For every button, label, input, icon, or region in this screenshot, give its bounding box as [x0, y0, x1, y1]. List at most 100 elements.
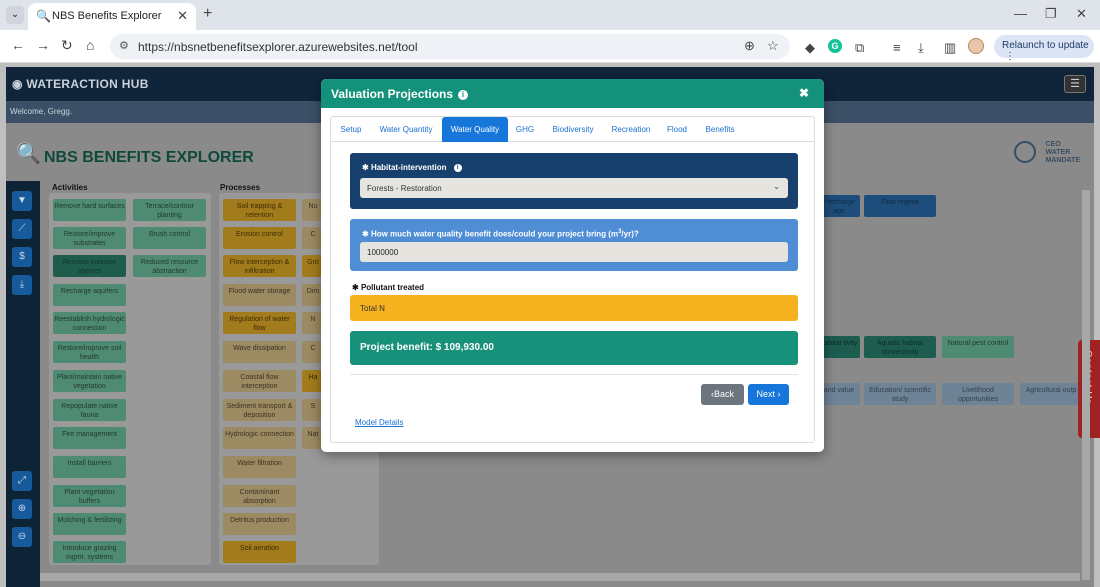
- activity-box[interactable]: Mulching & fertilizing: [53, 513, 126, 535]
- outcome-box[interactable]: Aquatic habitat connectivity: [864, 336, 936, 358]
- process-box[interactable]: Regulation of water flow: [223, 312, 296, 334]
- browser-tab-bar: ⌄ 🔍 NBS Benefits Explorer ✕ + — ❐ ✕: [0, 0, 1100, 30]
- process-box[interactable]: Erosion control: [223, 227, 296, 249]
- process-box[interactable]: Water filtration: [223, 456, 296, 478]
- download-icon[interactable]: ⤓: [918, 40, 924, 56]
- outcome-box[interactable]: Flow regime: [864, 195, 936, 217]
- process-box[interactable]: Soil trapping & retention: [223, 199, 296, 221]
- back-icon[interactable]: ←: [11, 37, 25, 53]
- dollar-icon[interactable]: $: [12, 247, 32, 267]
- activity-box[interactable]: Terrace/contour planting: [133, 199, 206, 221]
- info-icon[interactable]: i: [453, 164, 462, 172]
- process-box[interactable]: Detritus production: [223, 513, 296, 535]
- relaunch-update-label: Relaunch to update: [1002, 40, 1089, 51]
- welcome-text: Welcome, Gregg.: [10, 107, 73, 116]
- processes-heading: Processes: [220, 183, 261, 192]
- tab-recreation[interactable]: Recreation: [606, 117, 656, 142]
- process-box[interactable]: Flood water storage: [223, 284, 296, 306]
- reload-icon[interactable]: ↻: [61, 37, 73, 54]
- process-box[interactable]: Wave dissipation: [223, 341, 296, 363]
- activity-box[interactable]: Plant vegetation buffers: [53, 485, 126, 507]
- activity-box[interactable]: Restore/improve substrates: [53, 227, 126, 249]
- outcome-box[interactable]: and value: [818, 383, 860, 405]
- side-panel-icon[interactable]: ▥: [944, 40, 956, 56]
- activity-box[interactable]: Repopulate native fauna: [53, 399, 126, 421]
- outcome-box[interactable]: Natural pest control: [942, 336, 1014, 358]
- close-window-icon[interactable]: ✕: [1076, 6, 1087, 22]
- pollutant-selector[interactable]: Total N: [350, 295, 798, 321]
- activity-box[interactable]: Reduced resource abstraction: [133, 255, 206, 277]
- process-box[interactable]: Flow interception & infiltration: [223, 255, 296, 277]
- activity-box[interactable]: Remove hard surfaces: [53, 199, 126, 221]
- tab-water-quality[interactable]: Water Quality: [442, 117, 508, 142]
- outcome-box[interactable]: r recharge age: [818, 195, 860, 217]
- benefit-input[interactable]: 1000000: [360, 242, 788, 262]
- vertical-scrollbar[interactable]: [1082, 190, 1090, 580]
- tab-water-quantity[interactable]: Water Quantity: [372, 117, 440, 142]
- back-button[interactable]: ‹Back: [701, 384, 744, 405]
- close-tab-icon[interactable]: ✕: [177, 8, 188, 24]
- zoom-out-icon[interactable]: ⊖: [12, 527, 32, 547]
- wateraction-hub-logo: ◉ WATERACTION HUB: [12, 77, 149, 91]
- expand-icon[interactable]: ⤢: [12, 471, 32, 491]
- activity-box[interactable]: Remove invasive species: [53, 255, 126, 277]
- activity-box[interactable]: Brush control: [133, 227, 206, 249]
- minimize-icon[interactable]: —: [1014, 6, 1027, 21]
- process-box[interactable]: Sediment transport & deposition: [223, 399, 296, 421]
- activity-box[interactable]: Recharge aquifers: [53, 284, 126, 306]
- tab-ghg[interactable]: GHG: [511, 117, 539, 142]
- model-details-link[interactable]: Model Details: [355, 418, 403, 427]
- activity-box[interactable]: Fire management: [53, 427, 126, 449]
- forward-icon[interactable]: →: [36, 37, 50, 53]
- info-icon[interactable]: i: [458, 90, 469, 100]
- address-bar[interactable]: ⚙ https://nbsnetbenefitsexplorer.azurewe…: [110, 34, 790, 59]
- filter-icon[interactable]: ▼: [12, 191, 32, 211]
- tab-benefits[interactable]: Benefits: [699, 117, 741, 142]
- horizontal-scrollbar[interactable]: [40, 573, 1080, 581]
- activity-box[interactable]: Restore/improve soil health: [53, 341, 126, 363]
- new-tab-icon[interactable]: +: [203, 5, 212, 23]
- modal-body: Setup Water Quantity Water Quality GHG B…: [330, 116, 815, 443]
- tab-search-icon[interactable]: ⌄: [6, 6, 24, 24]
- outcome-box[interactable]: Livelihood opportunities: [942, 383, 1014, 405]
- reading-list-icon[interactable]: ≡: [893, 40, 901, 55]
- hamburger-menu-icon[interactable]: ☰: [1064, 75, 1086, 93]
- zoom-in-icon[interactable]: ⊕: [12, 499, 32, 519]
- habitat-section: ✱ Habitat-intervention i Forests - Resto…: [350, 153, 798, 209]
- process-box[interactable]: Hydrologic connection: [223, 427, 296, 449]
- process-box[interactable]: Coastal flow interception: [223, 370, 296, 392]
- chevron-down-icon: ⌄: [773, 182, 780, 191]
- bookmark-star-icon[interactable]: ☆: [767, 38, 779, 54]
- modal-header: Valuation Projections i ✖: [321, 79, 824, 108]
- activity-box[interactable]: Reestablish hydrologic connection: [53, 312, 126, 334]
- home-icon[interactable]: ⌂: [86, 37, 94, 53]
- zoom-icon[interactable]: ⊕: [744, 38, 755, 54]
- activity-box[interactable]: Install barriers: [53, 456, 126, 478]
- partner-logo-line: MANDATE: [1045, 157, 1080, 164]
- outcome-box[interactable]: habitat tivity: [818, 336, 860, 358]
- next-button[interactable]: Next ›: [748, 384, 789, 405]
- process-box[interactable]: Soil aeration: [223, 541, 296, 563]
- process-box[interactable]: Contaminant absorption: [223, 485, 296, 507]
- activity-box[interactable]: Plant/maintain native vegetation: [53, 370, 126, 392]
- download-icon[interactable]: ⤓: [12, 275, 32, 295]
- site-info-icon[interactable]: ⚙: [119, 39, 129, 52]
- tab-flood[interactable]: Flood: [662, 117, 692, 142]
- grammarly-extension-icon[interactable]: G: [828, 39, 842, 53]
- habitat-intervention-select[interactable]: Forests - Restoration ⌄: [360, 178, 788, 198]
- modal-title: Valuation Projections i: [331, 87, 469, 101]
- dropbox-extension-icon[interactable]: ◆: [805, 40, 815, 56]
- chart-icon[interactable]: ⟋: [12, 219, 32, 239]
- browser-tab[interactable]: 🔍 NBS Benefits Explorer ✕: [28, 3, 196, 30]
- tab-biodiversity[interactable]: Biodiversity: [546, 117, 600, 142]
- close-icon[interactable]: ✖: [799, 86, 809, 100]
- outcome-box[interactable]: Agricultural outp: [1020, 383, 1082, 405]
- activity-box[interactable]: Introduce grazing mgmt. systems: [53, 541, 126, 563]
- relaunch-update-button[interactable]: Relaunch to update ⋮: [994, 35, 1094, 62]
- extensions-puzzle-icon[interactable]: ⧉: [855, 40, 864, 56]
- maximize-icon[interactable]: ❐: [1045, 6, 1057, 22]
- outcome-box[interactable]: Education/ scientific study: [864, 383, 936, 405]
- pollutant-label-text: Pollutant treated: [360, 283, 425, 292]
- profile-avatar[interactable]: [968, 38, 984, 54]
- tab-setup[interactable]: Setup: [332, 117, 370, 142]
